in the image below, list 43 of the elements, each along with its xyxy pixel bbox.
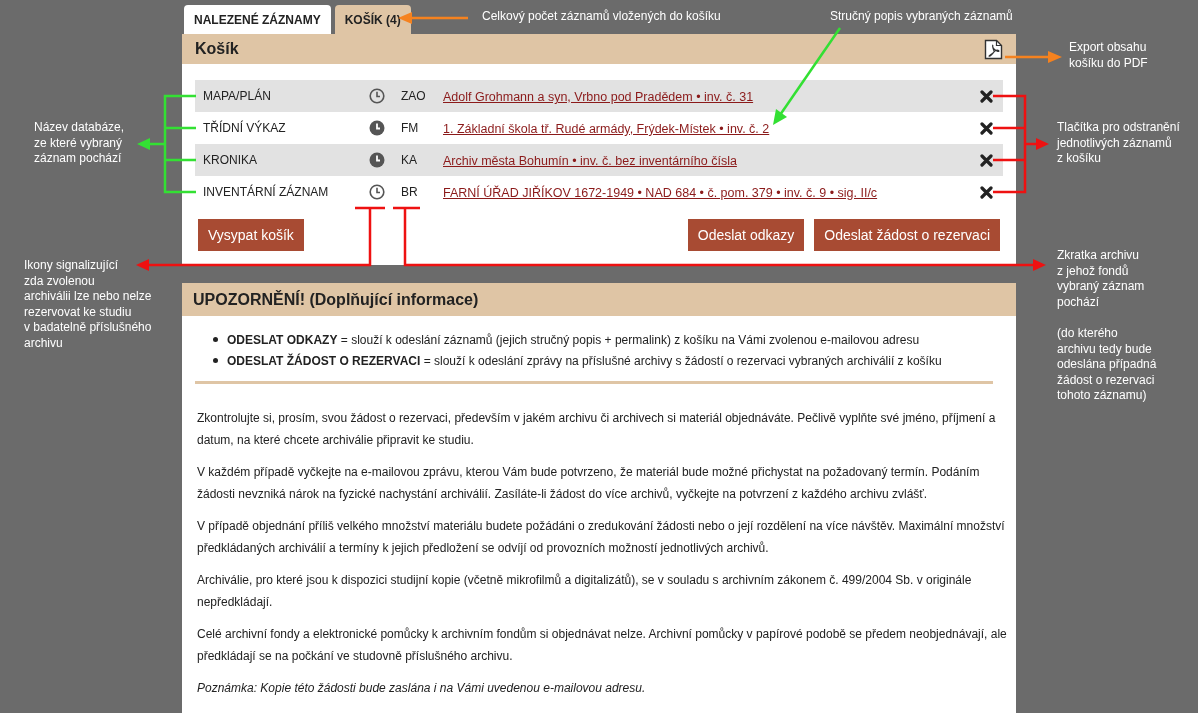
- send-button[interactable]: Odeslat odkazy: [687, 219, 805, 251]
- paragraph: V případě objednání příliš velkého množství materiálu budete požádáni o zredukování žádosti nebo o její rozdělení na více návštěv. Maximální množství předkládaných archiválií a termíny k jejich předložení se odvíjí od provozních možností jednotlivých archivů.: [197, 518, 1006, 557]
- paragraph: Celé archivní fondy a elektronické pomůcky k archivním fondům si objednávat nelze. Archivní pomůcky v papírové podobě se předem neobjednávají, ale předkládají se na počkání ve studovně příslušného archivu.: [197, 626, 1007, 665]
- remove-icon[interactable]: [980, 185, 993, 199]
- panel-title: Košík: [195, 39, 239, 59]
- annotation-text: Celkový počet záznamů vložených do košíku: [482, 9, 721, 25]
- annotation-arrow: [398, 12, 468, 24]
- paragraph: Archiválie, pro které jsou k dispozici studijní kopie (včetně mikrofilmů a digitalizátů), se v souladu s archivním zákonem č. 499/2004 Sb. v originále nepředkládají.: [197, 572, 973, 611]
- record-link[interactable]: Archiv města Bohumín • inv. č. bez inventárního čísla: [443, 154, 737, 168]
- annotation-text: Stručný popis vybraných záznamů: [830, 9, 1013, 25]
- tab[interactable]: KOŠÍK (4): [334, 5, 411, 34]
- record-link[interactable]: 1. Základní škola tř. Rudé armády, Frýdek-Místek • inv. č. 2: [443, 122, 770, 136]
- database-label: MAPA/PLÁN: [202, 87, 272, 105]
- annotation-arrow: [1005, 51, 1062, 63]
- empty-basket-button[interactable]: Vysypat košík: [198, 219, 304, 251]
- database-label: TŘÍDNÍ VÝKAZ: [202, 119, 287, 137]
- pdf-icon[interactable]: [984, 38, 1003, 60]
- archive-code: ZAO: [400, 88, 427, 105]
- panel-title: UPOZORNĚNÍ! (Doplňující informace): [193, 289, 479, 310]
- bullet-icon: [213, 337, 218, 342]
- annotation-text: Název databáze, ze které vybraný záznam pochází: [34, 120, 125, 167]
- archive-code: KA: [400, 152, 418, 169]
- bullet-text: ODESLAT ODKAZY = slouží k odeslání záznamů (jejich stručný popis + permalink) z košíku na Vámi zvolenou e-mailovou adresu: [227, 331, 920, 349]
- send-button[interactable]: Odeslat žádost o rezervaci: [814, 219, 1000, 251]
- remove-icon[interactable]: [980, 121, 993, 135]
- record-link[interactable]: FARNÍ ÚŘAD JIŘÍKOV 1672-1949 • NAD 684 • č. pom. 379 • inv. č. 9 • sig. II/c: [443, 186, 878, 200]
- remove-icon[interactable]: [980, 153, 993, 167]
- remove-icon[interactable]: [980, 89, 993, 103]
- database-label: KRONIKA: [202, 152, 258, 169]
- bullet-text: ODESLAT ŽÁDOST O REZERVACI = slouží k odeslání zprávy na příslušné archivy s žádostí o rezervaci vybraných archiválií z košíku: [227, 352, 942, 370]
- database-label: INVENTÁRNÍ ZÁZNAM: [202, 183, 330, 201]
- bullet-icon: [213, 358, 218, 363]
- archive-code: BR: [400, 184, 419, 201]
- record-link[interactable]: Adolf Grohmann a syn, Vrbno pod Pradědem • inv. č. 31: [443, 90, 754, 104]
- annotation-text: Ikony signalizující zda zvolenou archiválii lze nebo nelze rezervovat ke studiu v badatelně příslušného archivu: [24, 258, 152, 352]
- annotation-text: Zkratka archivu z jehož fondů vybraný záznam pochází (do kterého archivu tedy bude odeslána případná žádost o rezervaci tohoto záznamu): [1057, 248, 1157, 404]
- annotation-text: Export obsahu košíku do PDF: [1069, 40, 1148, 72]
- note-text: Poznámka: Kopie této žádosti bude zaslána i na Vámi uvedenou e-mailovou adresu.: [197, 680, 647, 697]
- tab[interactable]: NALEZENÉ ZÁZNAMY: [184, 5, 331, 34]
- archive-code: FM: [400, 120, 420, 137]
- paragraph: V každém případě vyčkejte na e-mailovou zprávu, kterou Vám bude potvrzeno, že materiál bude možné přichystat na požadovaný termín. Podáním žádosti nevzniká nárok na fyzické nachystání archiválií. Zasíláte-li žádost do více archivů, vyčkejte na potvrzení z každého archivu zvlášť.: [197, 464, 981, 503]
- annotation-text: Tlačítka pro odstranění jednotlivých záznamů z košíku: [1057, 120, 1180, 167]
- paragraph: Zkontrolujte si, prosím, svou žádost o rezervaci, především v jakém archivu či archivech si materiál objednáváte. Pečlivě vyplňte své jméno, příjmení a datum, na které chcete archiválie připravit ke studiu.: [197, 410, 997, 449]
